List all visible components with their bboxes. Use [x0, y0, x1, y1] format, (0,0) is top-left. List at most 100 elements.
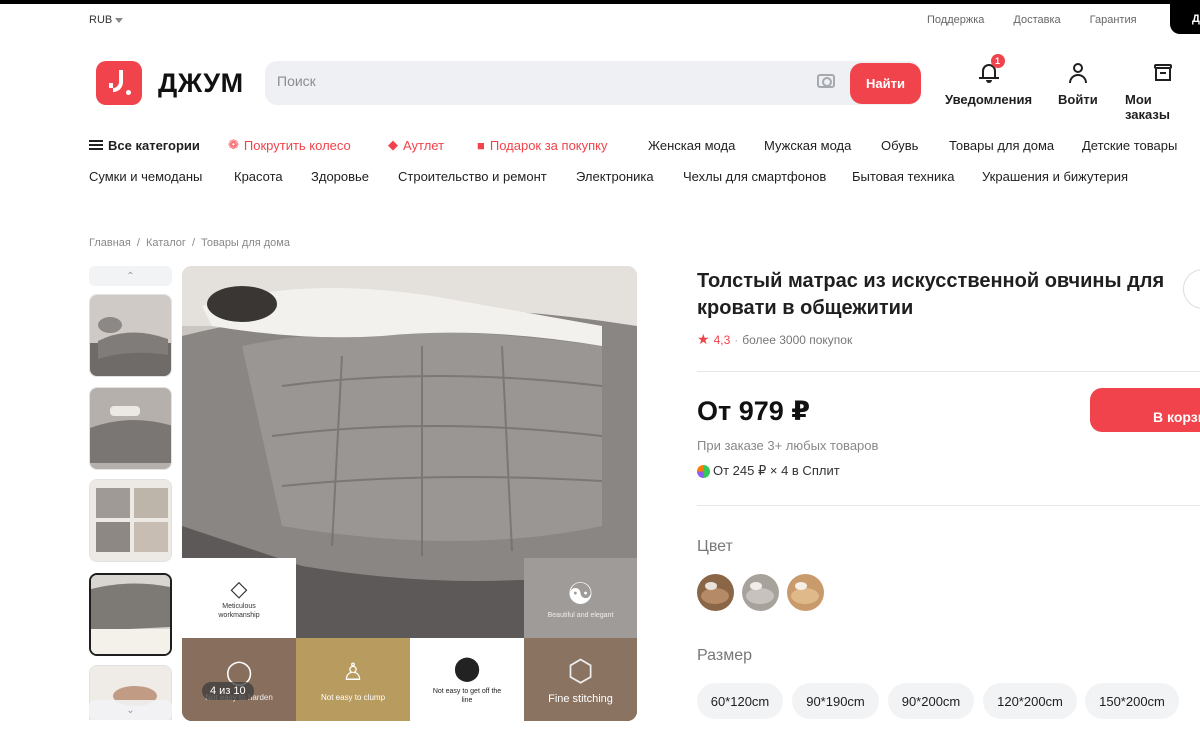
size-option-1[interactable]: 60*120cm: [697, 683, 783, 719]
divider: [697, 505, 1200, 506]
thumbnail-2[interactable]: [89, 387, 172, 470]
breadcrumb: Главная / Каталог / Товары для дома: [89, 237, 290, 249]
orders-button[interactable]: Мои заказы: [1125, 62, 1200, 122]
chevron-down-icon: [115, 17, 124, 23]
product-title: Толстый матрас из искусственной овчины д…: [697, 270, 1165, 319]
yarn-icon: ⬤: [453, 655, 481, 682]
tag-icon: ◆: [388, 137, 398, 152]
size-label: Размер: [697, 647, 752, 664]
nav-appliances[interactable]: Бытовая техника: [852, 169, 982, 184]
thumbnail-strip: ⌃ ⌄: [89, 266, 172, 720]
color-swatch-2[interactable]: [742, 574, 779, 611]
feature-tile-4: ♙ Not easy to clump: [296, 638, 410, 721]
feature-label: Meticulous workmanship: [218, 603, 260, 619]
nav-beauty[interactable]: Красота: [234, 169, 311, 184]
nav-label: Детские товары: [1082, 137, 1178, 153]
nav-construction[interactable]: Строительство и ремонт: [398, 169, 576, 184]
nav-bags[interactable]: Сумки и чемоданы: [89, 169, 234, 184]
top-links: Поддержка Доставка Гарантия: [927, 14, 1137, 26]
nav-label: Обувь: [881, 137, 919, 153]
nav-health[interactable]: Здоровье: [311, 169, 398, 184]
category-nav-primary: Все категории ❁ Покрутить колесо ◆ Аутле…: [89, 137, 1177, 153]
nav-outlet[interactable]: ◆ Аутлет: [388, 137, 477, 153]
notifications-button[interactable]: 1 Уведомления: [945, 54, 1033, 107]
orders-label: Мои заказы: [1125, 92, 1170, 122]
nav-mens-fashion[interactable]: Мужская мода: [764, 137, 881, 153]
nav-label: Мужская мода: [764, 137, 852, 153]
gift-icon: ■: [477, 137, 485, 153]
delivery-link[interactable]: Доставка: [1013, 14, 1060, 26]
thumbnail-4[interactable]: [89, 573, 172, 656]
top-border: [0, 0, 1200, 4]
feature-label: Not easy to get off the line: [432, 688, 502, 704]
feature-tile-1: ◇ Meticulous workmanship: [182, 558, 296, 638]
corner-tab[interactable]: Д: [1170, 0, 1200, 34]
breadcrumb-home[interactable]: Главная: [89, 237, 131, 249]
breadcrumb-category[interactable]: Товары для дома: [201, 237, 290, 249]
chevron-up-icon[interactable]: ⌃: [89, 266, 172, 286]
size-option-3[interactable]: 90*200cm: [888, 683, 974, 719]
notification-badge: 1: [990, 54, 1005, 68]
logo-text[interactable]: ДЖУМ: [158, 68, 244, 99]
nav-home-goods[interactable]: Товары для дома: [949, 137, 1082, 153]
currency-label: RUB: [89, 14, 113, 26]
thumbnail-3[interactable]: [89, 479, 172, 562]
camera-icon[interactable]: [817, 74, 835, 88]
nav-label: Товары для дома: [949, 137, 1055, 153]
nav-all-categories[interactable]: Все категории: [89, 137, 228, 153]
notifications-label: Уведомления: [945, 92, 1033, 107]
star-icon: ★: [697, 331, 710, 347]
nav-womens-fashion[interactable]: Женская мода: [648, 137, 764, 153]
nav-shoes[interactable]: Обувь: [881, 137, 949, 153]
split-payment[interactable]: От 245 ₽ × 4 в Сплит: [697, 463, 840, 479]
image-counter: 4 из 10: [202, 682, 254, 700]
nav-label: Чехлы для смартфонов: [683, 169, 827, 184]
login-button[interactable]: Войти: [1058, 62, 1098, 107]
search-bar: Найти: [265, 61, 921, 105]
breadcrumb-catalog[interactable]: Каталог: [146, 237, 186, 249]
search-input[interactable]: [277, 73, 797, 89]
product-main-image[interactable]: ◇ Meticulous workmanship ☯ Beautiful and…: [182, 266, 637, 721]
nav-label: Аутлет: [403, 137, 445, 153]
feature-label: Fine stitching: [548, 693, 613, 705]
support-link[interactable]: Поддержка: [927, 14, 984, 26]
split-text: От 245 ₽ × 4 в Сплит: [713, 463, 840, 478]
currency-selector[interactable]: RUB: [89, 14, 124, 26]
nav-jewelry[interactable]: Украшения и бижутерия: [982, 169, 1128, 184]
diamond-icon: ◇: [230, 576, 248, 601]
nav-label: Все категории: [108, 137, 200, 153]
feature-tile-3: ◯ Not easy to harden: [182, 638, 296, 721]
nav-label: Электроника: [576, 169, 654, 184]
color-swatch-3[interactable]: [787, 574, 824, 611]
logo-icon[interactable]: [96, 61, 142, 105]
user-icon: [1067, 62, 1089, 84]
warranty-link[interactable]: Гарантия: [1090, 14, 1137, 26]
size-option-4[interactable]: 120*200cm: [983, 683, 1077, 719]
feature-label: Beautiful and elegant: [547, 612, 614, 619]
add-to-cart-button[interactable]: В корзину: [1090, 388, 1200, 432]
size-option-2[interactable]: 90*190cm: [792, 683, 879, 719]
product-rating[interactable]: ★ 4,3 · более 3000 покупок: [697, 331, 852, 348]
size-option-5[interactable]: 150*200cm: [1085, 683, 1179, 719]
nav-electronics[interactable]: Электроника: [576, 169, 683, 184]
nav-label: Покрутить колесо: [243, 137, 351, 153]
nav-label: Украшения и бижутерия: [982, 169, 1129, 184]
swirl-icon: ☯: [567, 578, 594, 611]
feature-tile-6: ⬡ Fine stitching: [524, 638, 637, 721]
wheel-icon: ❁: [228, 137, 239, 152]
nav-kids-goods[interactable]: Детские товары: [1082, 137, 1177, 153]
search-button[interactable]: Найти: [850, 63, 921, 104]
color-swatch-1[interactable]: [697, 574, 734, 611]
nav-label: Подарок за покупку: [489, 137, 608, 153]
chevron-down-icon[interactable]: ⌄: [89, 700, 172, 720]
login-label: Войти: [1058, 92, 1098, 107]
person-icon: ♙: [342, 658, 364, 686]
nav-gift[interactable]: ■ Подарок за покупку: [477, 137, 648, 153]
menu-icon: [89, 140, 103, 150]
nav-spin-wheel[interactable]: ❁ Покрутить колесо: [228, 137, 388, 153]
nav-phone-cases[interactable]: Чехлы для смартфонов: [683, 169, 852, 184]
nav-label: Строительство и ремонт: [398, 169, 547, 184]
share-button[interactable]: [1183, 269, 1200, 309]
thumbnail-1[interactable]: [89, 294, 172, 377]
category-nav-secondary: Сумки и чемоданы Красота Здоровье Строит…: [89, 169, 1128, 184]
